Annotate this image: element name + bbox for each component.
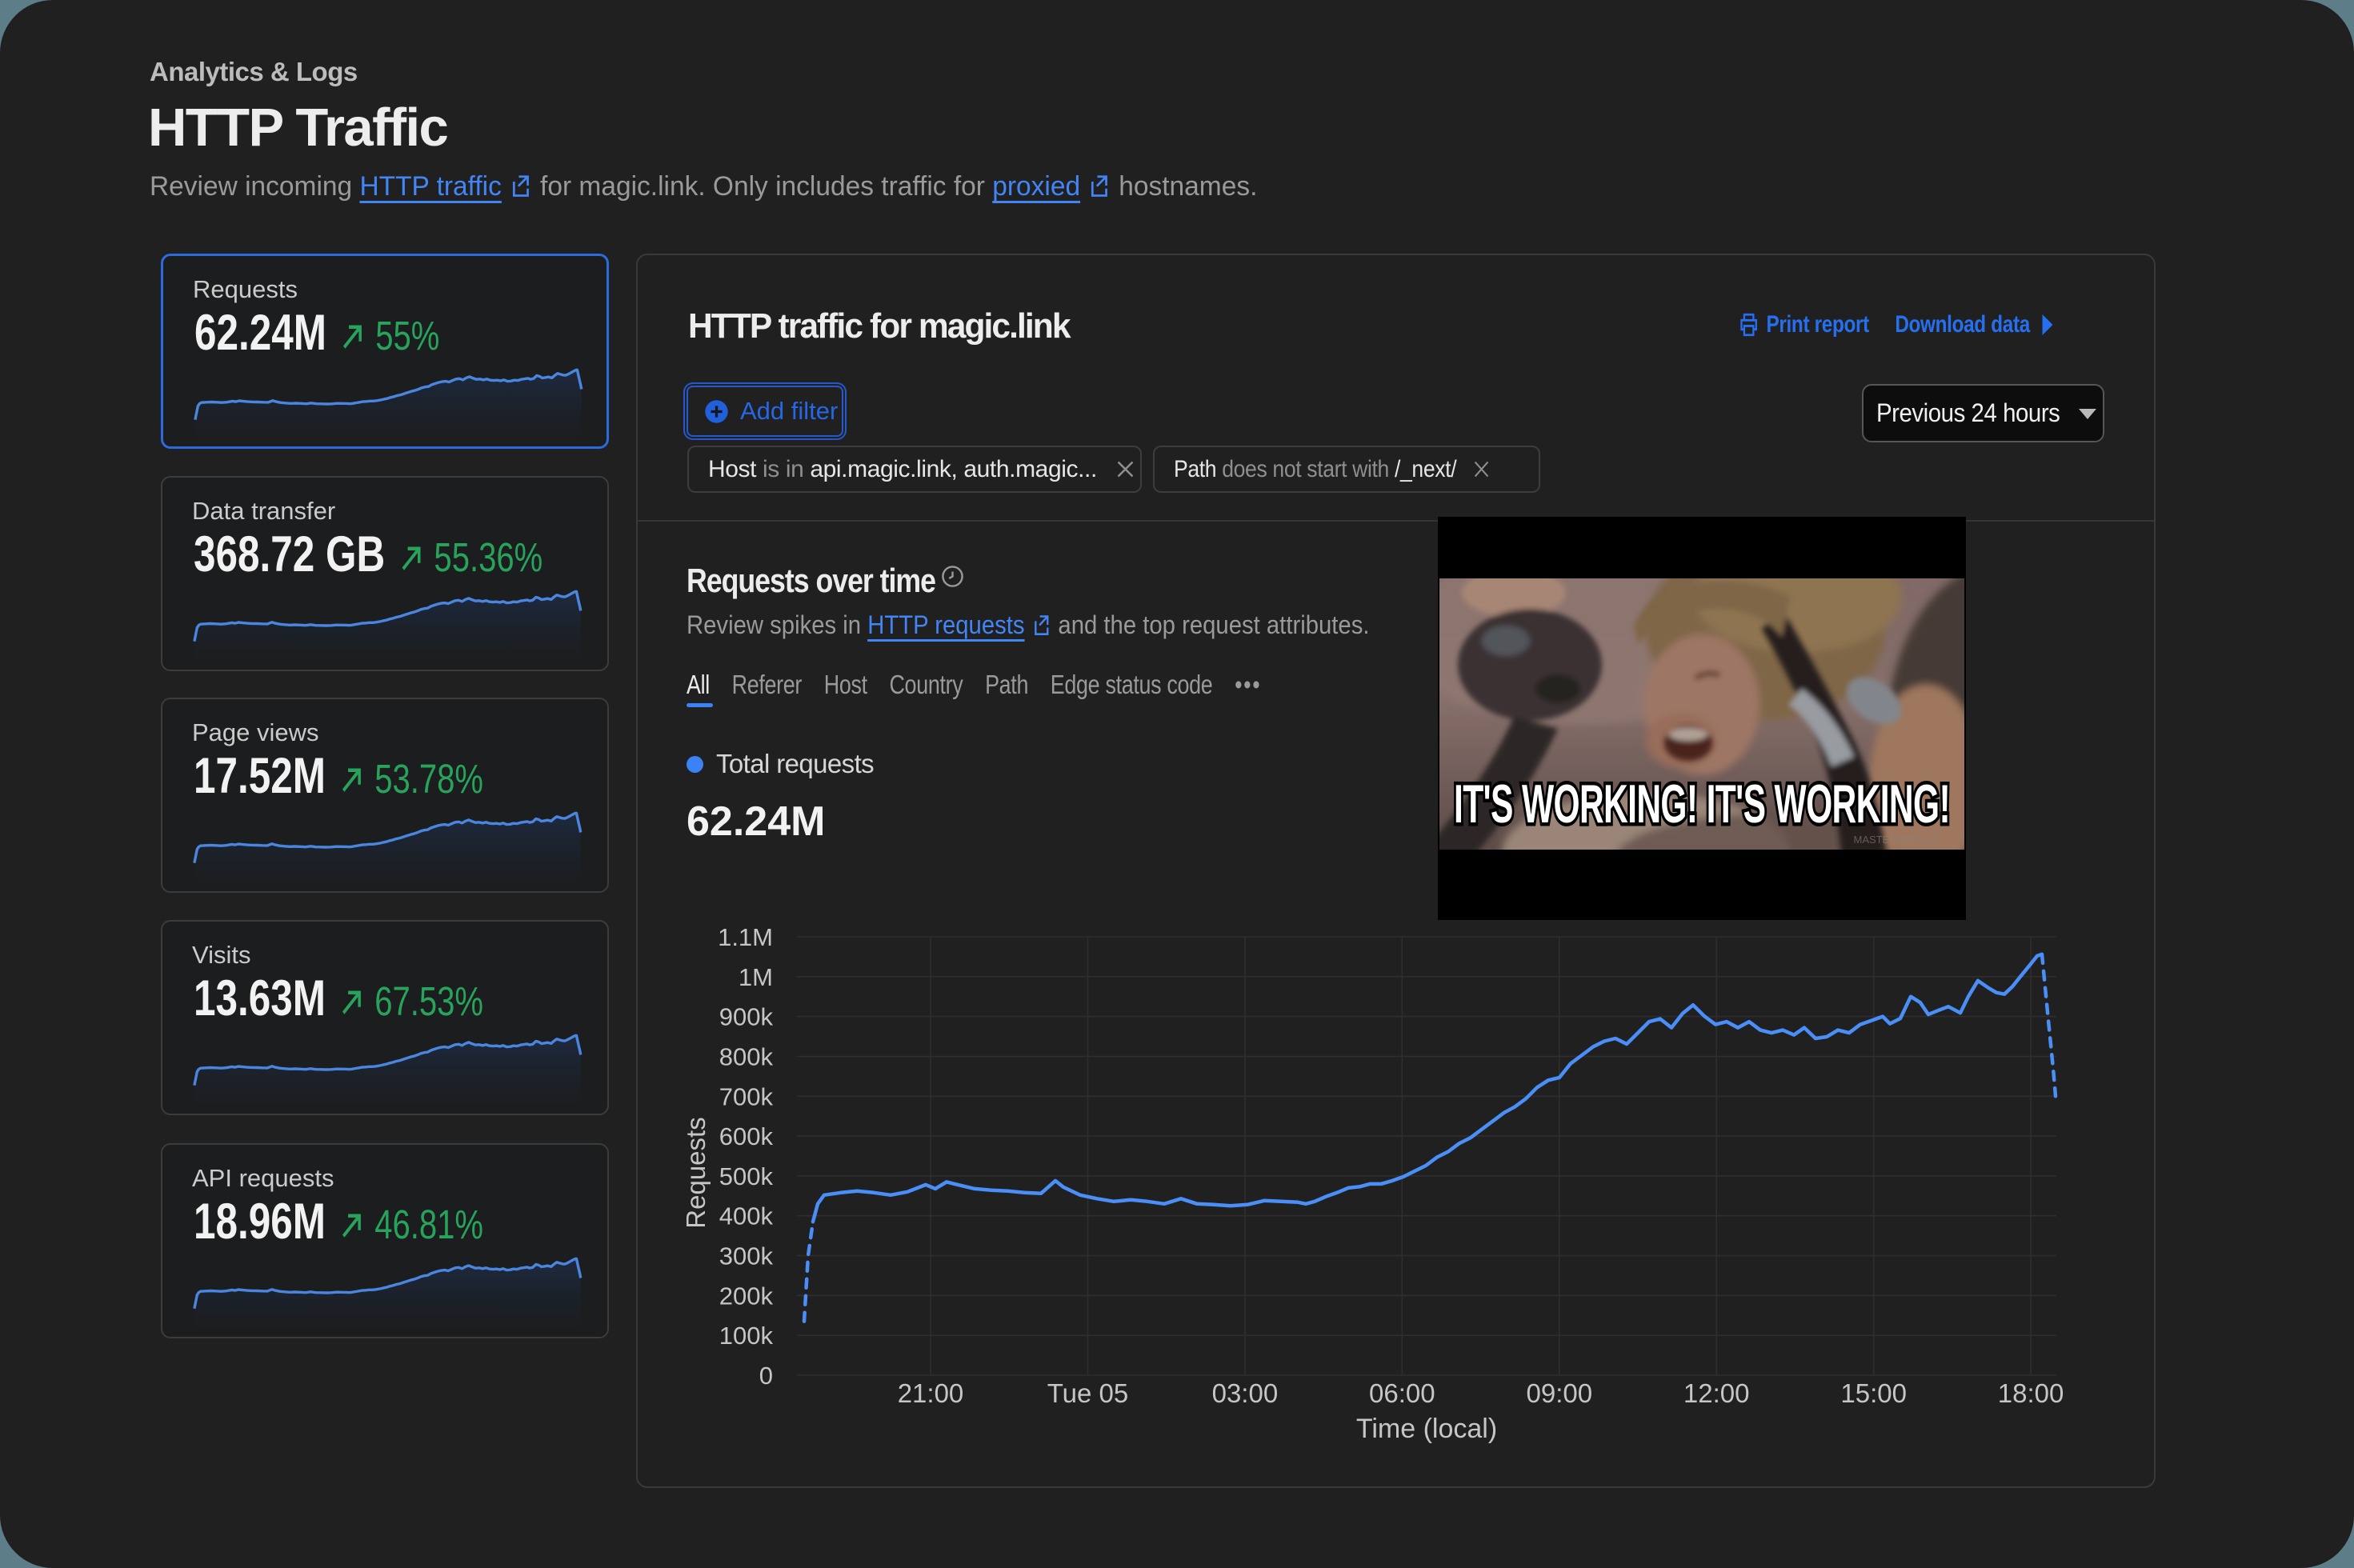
svg-text:900k: 900k [719,1003,774,1031]
svg-text:0: 0 [759,1362,773,1390]
svg-text:500k: 500k [719,1162,774,1190]
svg-text:09:00: 09:00 [1527,1378,1593,1408]
svg-text:21:00: 21:00 [898,1378,964,1408]
svg-text:800k: 800k [719,1043,774,1071]
svg-text:15:00: 15:00 [1840,1378,1907,1408]
svg-text:Requests: Requests [681,1117,711,1228]
svg-text:700k: 700k [719,1082,774,1110]
svg-text:12:00: 12:00 [1683,1378,1750,1408]
svg-text:1M: 1M [739,963,773,991]
svg-text:100k: 100k [719,1322,774,1350]
svg-text:1.1M: 1.1M [718,923,773,951]
svg-text:200k: 200k [719,1282,774,1310]
svg-text:IT'S WORKING! IT'S WORKING!: IT'S WORKING! IT'S WORKING! [1454,774,1950,834]
svg-text:06:00: 06:00 [1369,1378,1435,1408]
svg-text:400k: 400k [719,1202,774,1230]
svg-text:600k: 600k [719,1122,774,1150]
svg-text:18:00: 18:00 [1998,1378,2064,1408]
svg-text:Time (local): Time (local) [1356,1414,1497,1444]
svg-text:Tue 05: Tue 05 [1047,1378,1129,1408]
svg-text:300k: 300k [719,1242,774,1270]
svg-text:03:00: 03:00 [1212,1378,1279,1408]
